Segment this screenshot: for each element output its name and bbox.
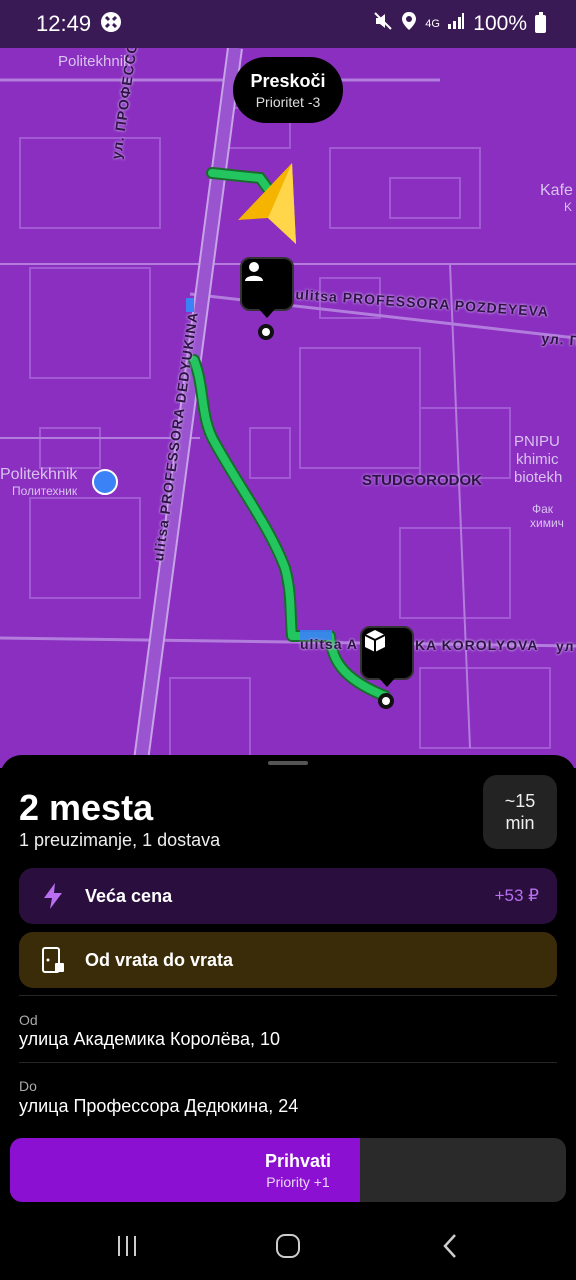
eta-badge: ~15 min <box>483 775 557 849</box>
door-icon <box>39 946 67 974</box>
door-to-door-card: Od vrata do vrata <box>19 932 557 988</box>
map-label-kafe: Kafe <box>540 182 573 199</box>
network-4g-icon: 4G <box>425 18 440 30</box>
map-label-studgorodok: STUDGORODOK <box>362 472 482 489</box>
map-label-pnipu-3: biotekh <box>514 469 563 486</box>
to-label: Do <box>19 1078 37 1094</box>
map-canvas <box>0 48 576 768</box>
order-title: 2 mesta <box>19 787 154 828</box>
map[interactable]: Politekhnik Politekhnik Политехник STUDG… <box>0 48 576 768</box>
divider <box>19 1062 557 1063</box>
from-address: улица Академика Королёва, 10 <box>19 1029 281 1049</box>
back-icon[interactable] <box>430 1230 470 1262</box>
map-label-pnipu: PNIPU <box>514 433 560 450</box>
higher-price-label: Veća cena <box>85 885 173 906</box>
order-subtitle: 1 preuzimanje, 1 dostava <box>19 830 221 850</box>
mute-icon <box>373 11 393 37</box>
map-label-politekhnik-station: Politekhnik <box>0 466 78 483</box>
eta-unit: min <box>505 813 535 833</box>
map-label-kafe-sub: K <box>564 200 573 214</box>
location-icon <box>401 11 417 37</box>
skip-title: Preskoči <box>250 70 326 91</box>
vpn-icon <box>99 10 123 39</box>
accept-button[interactable]: Prihvati Priority +1 <box>10 1138 566 1202</box>
street-label-korolyova-far: ул <box>556 638 575 654</box>
recent-apps-icon[interactable] <box>107 1230 147 1262</box>
signal-icon <box>447 12 465 36</box>
to-address: улица Профессора Дедюкина, 24 <box>19 1096 299 1116</box>
battery-icon <box>535 12 546 33</box>
accept-priority: Priority +1 <box>266 1173 330 1190</box>
lightning-icon <box>39 882 67 910</box>
skip-button[interactable]: Preskoči Prioritet -3 <box>233 57 343 123</box>
pickup-point <box>258 324 274 340</box>
higher-price-card: Veća cena +53 ₽ <box>19 868 557 924</box>
system-navbar <box>0 1210 576 1280</box>
status-time: 12:49 <box>36 11 92 36</box>
map-label-pnipu-2: khimic <box>516 451 559 468</box>
door-to-door-label: Od vrata do vrata <box>85 949 234 970</box>
street-label-korolyova-right: KA KOROLYOVA <box>415 637 539 653</box>
map-label-pnipu-4: Фак <box>532 502 554 516</box>
map-label-pnipu-5: химич <box>530 516 564 530</box>
skip-priority: Prioritet -3 <box>255 93 321 110</box>
street-label-pozdeyeva-ru: ул. П <box>540 330 576 349</box>
street-label-korolyova-left: ulitsa A <box>300 636 359 652</box>
divider <box>19 995 557 996</box>
map-label-politekhnik-station-ru: Политехник <box>12 484 78 498</box>
higher-price-value: +53 ₽ <box>494 886 539 905</box>
sheet-handle[interactable] <box>268 761 308 765</box>
status-bar: 12:49 4G 100% <box>0 0 576 48</box>
delivery-pin[interactable] <box>360 626 414 687</box>
accept-title: Prihvati <box>264 1150 332 1171</box>
delivery-point <box>378 693 394 709</box>
eta-value: ~15 <box>504 791 536 811</box>
battery-percent: 100% <box>473 12 527 35</box>
pickup-pin[interactable] <box>240 257 294 318</box>
from-label: Od <box>19 1012 38 1028</box>
home-icon[interactable] <box>268 1230 308 1262</box>
